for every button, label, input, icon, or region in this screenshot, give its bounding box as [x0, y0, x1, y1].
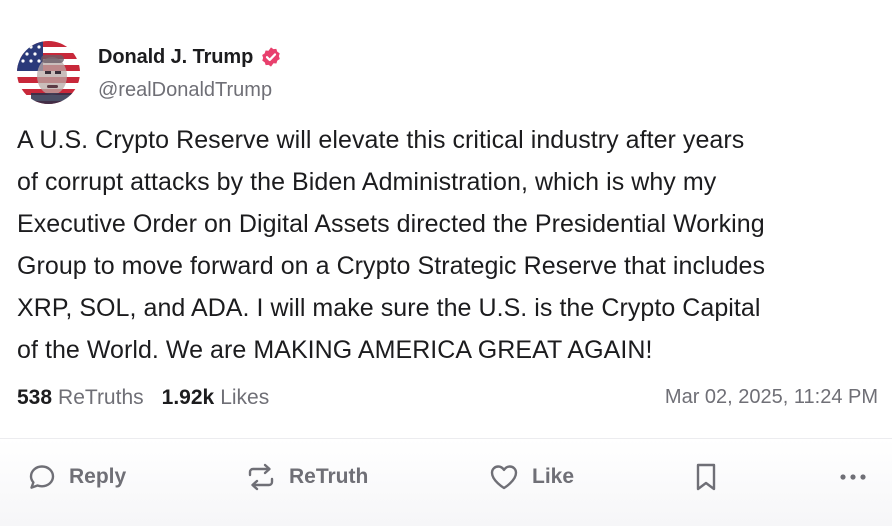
reply-label: Reply [69, 465, 127, 488]
more-options-button[interactable] [838, 461, 870, 493]
post-text-line: XRP, SOL, and ADA. I will make sure the … [17, 294, 761, 322]
verified-badge-icon [260, 46, 282, 68]
reply-icon [27, 462, 57, 492]
likes-label[interactable]: Likes [220, 386, 269, 410]
bookmark-icon [694, 461, 718, 493]
author-name-row: Donald J. Trump [98, 44, 282, 70]
post-text-line: A U.S. Crypto Reserve will elevate this … [17, 126, 745, 154]
author-handle[interactable]: @realDonaldTrump [98, 79, 272, 102]
post-text-line: Group to move forward on a Crypto Strate… [17, 252, 766, 280]
retruth-icon [245, 462, 277, 492]
post-text-line: of the World. We are MAKING AMERICA GREA… [17, 336, 653, 364]
retruth-button[interactable]: ReTruth [245, 461, 368, 493]
retruths-count[interactable]: 538 [17, 386, 52, 410]
post-text-line: Executive Order on Digital Assets direct… [17, 210, 765, 238]
retruths-label[interactable]: ReTruths [58, 386, 144, 410]
retruth-label: ReTruth [289, 465, 369, 488]
likes-count[interactable]: 1.92k [162, 386, 215, 410]
reply-button[interactable]: Reply [27, 461, 126, 493]
more-options-icon [838, 462, 870, 492]
action-bar: Reply ReTruth Like [0, 439, 892, 526]
like-icon [488, 462, 520, 492]
bookmark-button[interactable] [694, 461, 718, 493]
post-timestamp[interactable]: Mar 02, 2025, 11:24 PM [665, 386, 878, 409]
truth-post: Donald J. Trump @realDonaldTrump A U.S. … [0, 0, 892, 526]
post-stats: 538 ReTruths 1.92k Likes [17, 384, 269, 412]
like-button[interactable]: Like [488, 461, 574, 493]
post-text-line: of corrupt attacks by the Biden Administ… [17, 168, 717, 196]
author-display-name[interactable]: Donald J. Trump [98, 46, 253, 69]
avatar[interactable] [17, 41, 80, 104]
post-text: A U.S. Crypto Reserve will elevate this … [17, 119, 885, 371]
like-label: Like [532, 465, 575, 488]
